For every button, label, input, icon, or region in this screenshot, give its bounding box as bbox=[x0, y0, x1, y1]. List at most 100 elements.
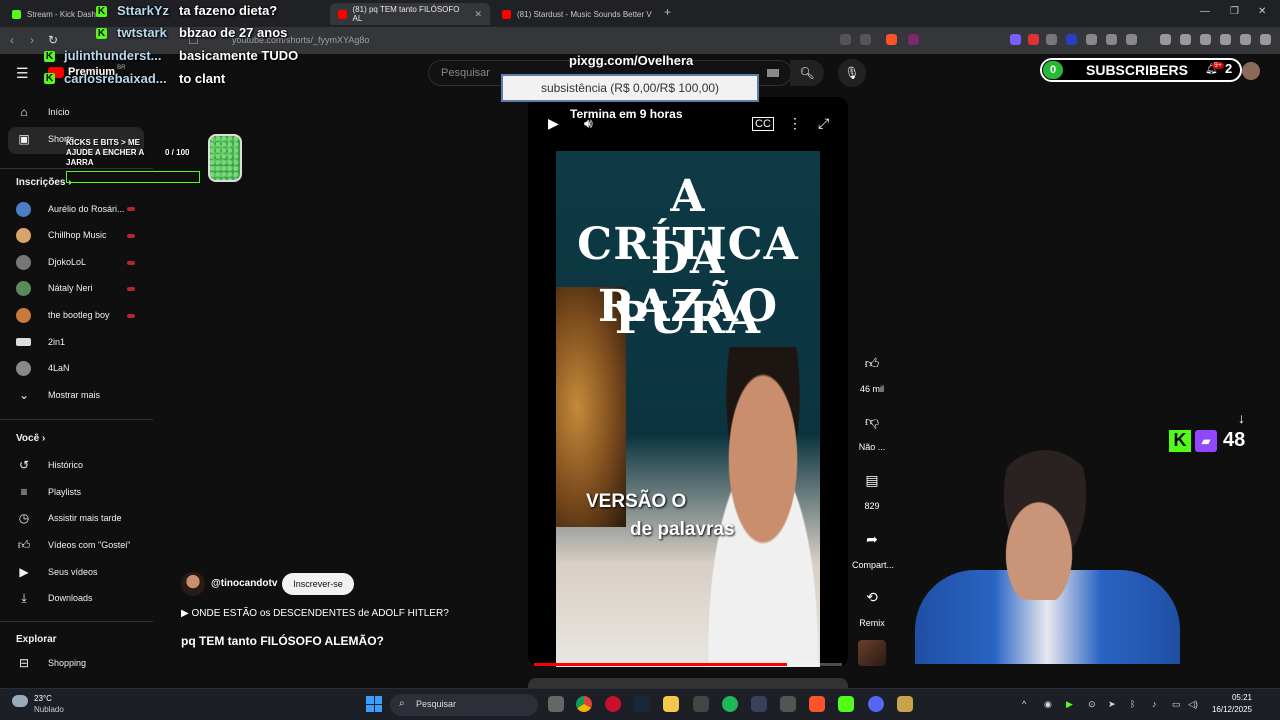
viewer-count: 48 bbox=[1223, 429, 1246, 451]
app-icon[interactable] bbox=[693, 696, 709, 712]
weather-temperature[interactable]: 23°C bbox=[34, 694, 52, 703]
minimize-icon[interactable]: — bbox=[1200, 6, 1210, 17]
channel-avatar-thumb[interactable] bbox=[858, 640, 886, 666]
weather-description[interactable]: Nublado bbox=[34, 705, 64, 714]
app-icon[interactable] bbox=[780, 696, 796, 712]
close-tab-icon[interactable]: ✕ bbox=[474, 9, 482, 20]
sidebar-item-inicio[interactable]: ⌂ Início bbox=[16, 103, 69, 121]
extension-icon[interactable] bbox=[1028, 34, 1039, 45]
new-tab-icon[interactable]: + bbox=[664, 5, 671, 19]
opera-icon[interactable] bbox=[605, 696, 621, 712]
spotify-icon[interactable] bbox=[722, 696, 738, 712]
captions-icon[interactable]: CC bbox=[752, 117, 774, 131]
play-icon[interactable]: ▶ bbox=[548, 115, 559, 132]
tray-kick-icon[interactable]: ▶ bbox=[1066, 699, 1073, 710]
brave-rewards-icon[interactable] bbox=[908, 34, 919, 45]
extension-icon[interactable] bbox=[1066, 34, 1077, 45]
divider bbox=[0, 419, 153, 420]
keyboard-icon[interactable] bbox=[767, 69, 779, 77]
sidebar-subscription[interactable]: 2in1 bbox=[16, 333, 65, 351]
task-view-icon[interactable] bbox=[548, 696, 564, 712]
extension-icon[interactable] bbox=[1126, 34, 1137, 45]
share-button[interactable]: ➦ Compart... bbox=[852, 520, 894, 571]
extension-icon[interactable] bbox=[1086, 34, 1097, 45]
sidebar-item-historico[interactable]: ↺ Histórico bbox=[16, 456, 83, 474]
league-icon[interactable] bbox=[897, 696, 913, 712]
discord-icon[interactable] bbox=[868, 696, 884, 712]
menu-icon[interactable] bbox=[1260, 34, 1271, 45]
search-button[interactable]: 🔍︎ bbox=[790, 60, 824, 86]
taskbar-search[interactable]: ⌕ Pesquisar bbox=[390, 694, 538, 716]
file-explorer-icon[interactable] bbox=[663, 696, 679, 712]
volume-icon[interactable]: ◁) bbox=[1188, 699, 1198, 710]
leo-icon[interactable] bbox=[1220, 34, 1231, 45]
kick-app-icon[interactable] bbox=[838, 696, 854, 712]
channel-avatar[interactable] bbox=[181, 572, 205, 596]
voice-search-button[interactable]: 🎙︎ bbox=[838, 59, 866, 87]
forward-icon[interactable]: › bbox=[30, 33, 34, 47]
dislike-label: Não ... bbox=[858, 442, 886, 452]
channel-handle[interactable]: @tinocandotv bbox=[211, 578, 277, 589]
sidebar-item-your-videos[interactable]: ▶ Seus vídeos bbox=[16, 563, 97, 581]
share-page-icon[interactable] bbox=[860, 34, 871, 45]
sidebar-item-liked[interactable]: 👍︎ Vídeos com "Gostei" bbox=[16, 536, 131, 554]
video-progress-bar[interactable] bbox=[534, 663, 842, 666]
reload-icon[interactable]: ↻ bbox=[48, 33, 58, 47]
windows-start-icon[interactable] bbox=[366, 696, 382, 712]
extension-icon[interactable] bbox=[1106, 34, 1117, 45]
sidebar-item-shopping[interactable]: ⊟ Shopping bbox=[16, 654, 86, 672]
sidebar-subscription[interactable]: Aurélio do Rosári... bbox=[16, 200, 125, 218]
arrow-down-icon[interactable]: ↓ bbox=[1238, 410, 1245, 426]
tray-app-icon[interactable]: ➤ bbox=[1108, 699, 1116, 710]
chrome-icon[interactable] bbox=[576, 696, 592, 712]
vpn-icon[interactable] bbox=[1240, 34, 1251, 45]
maximize-icon[interactable]: ❐ bbox=[1230, 6, 1239, 17]
browser-tab-youtube-short[interactable]: (81) pq TEM tanto FILÓSOFO AL ✕ bbox=[330, 3, 490, 25]
chevron-up-icon[interactable]: ^ bbox=[1022, 699, 1026, 709]
clock-date[interactable]: 16/12/2025 bbox=[1206, 705, 1252, 714]
wallet-icon[interactable] bbox=[1200, 34, 1211, 45]
comments-button[interactable]: ▤ 829 bbox=[852, 461, 892, 512]
back-icon[interactable]: ‹ bbox=[10, 33, 14, 47]
show-more-button[interactable]: ⌄ Mostrar mais bbox=[16, 386, 100, 404]
steam-icon[interactable] bbox=[634, 696, 650, 712]
media-icon[interactable] bbox=[1160, 34, 1171, 45]
you-heading[interactable]: Você › bbox=[16, 433, 45, 444]
sidebar-subscription[interactable]: Chillhop Music bbox=[16, 226, 107, 244]
extension-icon[interactable] bbox=[1010, 34, 1021, 45]
brave-shields-icon[interactable] bbox=[886, 34, 897, 45]
tray-app-icon[interactable]: ◉ bbox=[1044, 699, 1052, 710]
shorts-player[interactable]: A CRÍTICA DA RAZÃO PURA VERSÃO O de pala… bbox=[528, 97, 848, 667]
hamburger-menu-icon[interactable]: ☰ bbox=[16, 64, 29, 82]
fullscreen-icon[interactable]: ⤢ bbox=[818, 115, 829, 132]
cast-icon[interactable] bbox=[840, 34, 851, 45]
brave-icon[interactable] bbox=[809, 696, 825, 712]
tray-app-icon[interactable]: ⊙ bbox=[1088, 699, 1096, 710]
sidebar-subscription[interactable]: the bootleg boy bbox=[16, 306, 110, 324]
like-button[interactable]: 👍︎ 46 mil bbox=[852, 344, 892, 395]
sidebar-subscription[interactable]: Nátaly Neri bbox=[16, 279, 93, 297]
sidebar-icon[interactable] bbox=[1180, 34, 1191, 45]
network-icon[interactable]: ▭ bbox=[1172, 699, 1181, 710]
related-video-link[interactable]: ▶ ONDE ESTÃO os DESCENDENTES de ADOLF HI… bbox=[181, 608, 449, 619]
bluetooth-icon[interactable]: ᛒ bbox=[1130, 699, 1135, 709]
sidebar-subscription[interactable]: 4LaN bbox=[16, 359, 70, 377]
sidebar-item-playlists[interactable]: ≡ Playlists bbox=[16, 483, 81, 501]
extension-icon[interactable] bbox=[1046, 34, 1057, 45]
close-window-icon[interactable]: ✕ bbox=[1258, 6, 1266, 17]
dislike-button[interactable]: 👎︎ Não ... bbox=[852, 402, 892, 453]
weather-cloud-icon[interactable] bbox=[12, 695, 28, 707]
sidebar-item-downloads[interactable]: ⤓ Downloads bbox=[16, 589, 92, 607]
more-options-icon[interactable]: ⋮ bbox=[788, 115, 802, 132]
remix-button[interactable]: ⟲ Remix bbox=[852, 578, 892, 629]
subscriptions-heading[interactable]: Inscrições › bbox=[16, 177, 72, 188]
next-short-preview[interactable] bbox=[528, 678, 848, 688]
microphone-icon[interactable]: ♪ bbox=[1152, 699, 1157, 709]
sidebar-item-watch-later[interactable]: ◷ Assistir mais tarde bbox=[16, 509, 122, 527]
browser-tab-stardust[interactable]: (81) Stardust - Music Sounds Better V bbox=[494, 3, 660, 25]
subscribe-button[interactable]: Inscrever-se bbox=[282, 573, 354, 595]
clock-time[interactable]: 05:21 bbox=[1226, 693, 1252, 702]
app-icon[interactable] bbox=[751, 696, 767, 712]
account-avatar[interactable] bbox=[1242, 62, 1260, 80]
sidebar-subscription[interactable]: DjokoLoL bbox=[16, 253, 86, 271]
